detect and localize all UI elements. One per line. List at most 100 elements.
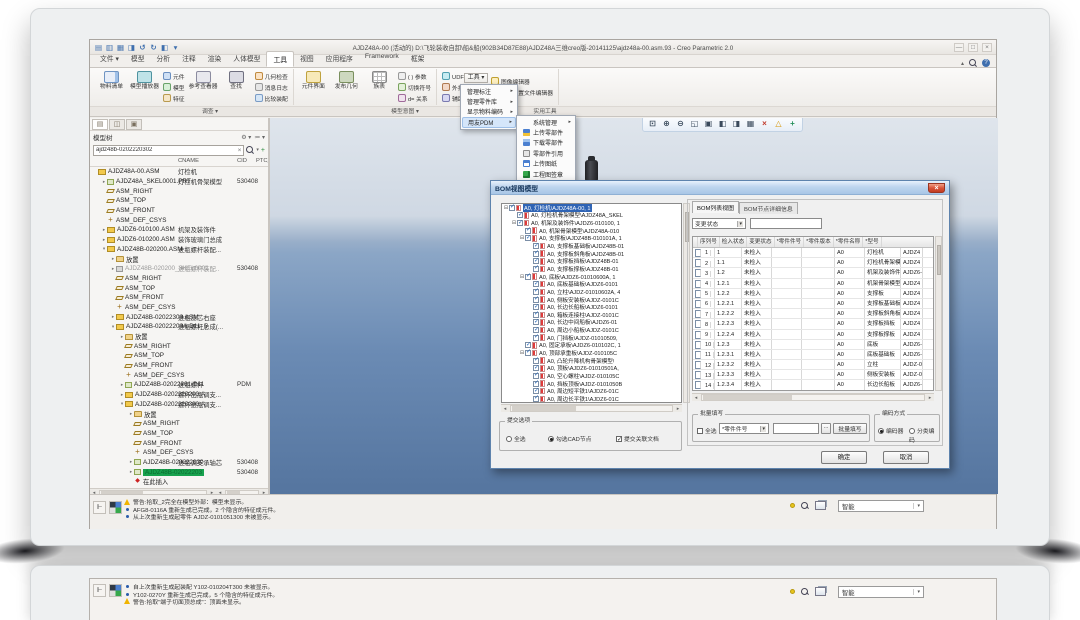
regenerate-status-icon[interactable] xyxy=(109,584,122,597)
menu-item[interactable]: 显示物料编码▸ xyxy=(462,107,516,117)
model-tree-row[interactable]: ▸ AJDZ6-010200.ASM 装饰玻璃门总成 xyxy=(90,235,268,245)
ribbon-button[interactable]: 比较装配 xyxy=(255,93,288,103)
node-checkbox[interactable] xyxy=(533,304,539,310)
table-row[interactable]: 6 1.2.2.1 未检入 A0 支撑板基础板 AJDZ4 xyxy=(693,299,933,309)
graphics-toolbar-icon[interactable]: ⊖ xyxy=(674,118,687,130)
table-row[interactable]: 12 1.2.3.2 未检入 A0 立柱 AJDZ-0 xyxy=(693,360,933,370)
column-header[interactable]: *零件名称 xyxy=(834,237,864,247)
model-tree-row[interactable]: ASM_TOP xyxy=(90,351,268,361)
table-row[interactable]: 5 1.2.2 未检入 A0 支撑板 AJDZ4 xyxy=(693,289,933,299)
model-tree-tab[interactable]: ▤ xyxy=(92,119,108,130)
row-checkbox[interactable] xyxy=(695,249,701,257)
radio-checked-cad-nodes[interactable]: 勾选CAD节点 xyxy=(548,434,591,443)
favorites-tab[interactable]: ▣ xyxy=(126,119,142,130)
node-checkbox[interactable] xyxy=(509,205,515,211)
node-checkbox[interactable] xyxy=(533,358,539,364)
column-header-cname[interactable]: CNAME xyxy=(178,158,199,164)
ribbon-button[interactable]: 元件界面 xyxy=(297,69,330,105)
clear-search-icon[interactable]: × xyxy=(236,147,244,154)
node-checkbox[interactable] xyxy=(533,335,539,341)
ribbon-button[interactable]: 查找 xyxy=(220,69,253,105)
ribbon-tab[interactable]: 分析 xyxy=(151,51,177,67)
quick-access-icon[interactable]: ▦ xyxy=(116,43,125,52)
column-header[interactable]: *型号 xyxy=(863,237,881,247)
node-checkbox[interactable] xyxy=(533,381,539,387)
checkbox-select-all[interactable]: 全选 xyxy=(697,426,717,435)
table-row[interactable]: 4 1.2.1 未检入 A0 机架骨架模型 AJDZ4 xyxy=(693,279,933,289)
command-search-icon[interactable] xyxy=(969,59,977,67)
table-row[interactable]: 8 1.2.2.3 未检入 A0 支撑板挡板 AJDZ4 xyxy=(693,319,933,329)
row-checkbox[interactable] xyxy=(695,351,701,359)
ribbon-button[interactable]: 物料清单 xyxy=(95,69,128,105)
submenu-item[interactable]: 上传图纸 xyxy=(518,159,574,169)
graphics-toolbar-icon[interactable]: ▣ xyxy=(702,118,715,130)
graphics-toolbar-icon[interactable]: ▦ xyxy=(744,118,757,130)
table-row[interactable]: 9 1.2.2.4 未检入 A0 支撑板撑板 AJDZ4 xyxy=(693,330,933,340)
ribbon-tab[interactable]: 视图 xyxy=(294,51,320,67)
graphics-toolbar-icon[interactable]: ◨ xyxy=(730,118,743,130)
browse-button[interactable]: ... xyxy=(821,423,831,434)
model-tree-row[interactable]: 在此插入 xyxy=(90,477,268,487)
radio-coder[interactable]: 编码器 xyxy=(878,426,903,435)
model-tree-row[interactable]: ▾ AJDZ48B-02022200A-D11_5 进瓶螺杆总成(... xyxy=(90,322,268,332)
checkbox-icon[interactable] xyxy=(697,428,703,434)
row-checkbox[interactable] xyxy=(695,371,701,379)
dialog-close-button[interactable]: × xyxy=(928,183,945,193)
quick-access-icon[interactable]: ▥ xyxy=(105,43,114,52)
model-tree-row[interactable]: ASM_RIGHT xyxy=(90,186,268,196)
ribbon-button[interactable]: ( ) 参数 xyxy=(398,71,431,81)
ribbon-tab[interactable]: 人体模型 xyxy=(227,51,266,67)
quick-access-icon[interactable]: ◨ xyxy=(127,43,136,52)
submenu-item[interactable]: 零部件引用 xyxy=(518,148,574,158)
node-checkbox[interactable] xyxy=(533,258,539,264)
menu-item[interactable]: 管理零件库▸ xyxy=(462,96,516,106)
ribbon-tab[interactable]: 模型 xyxy=(125,51,151,67)
bom-pane-tab[interactable]: BOM列表视图 xyxy=(692,201,739,213)
model-tree-row[interactable]: ASM_TOP xyxy=(90,283,268,293)
column-header[interactable]: *零件件号 xyxy=(775,237,805,247)
model-tree-row[interactable]: ▸ 放置 xyxy=(90,332,268,342)
node-checkbox[interactable] xyxy=(533,388,539,394)
node-checkbox[interactable] xyxy=(533,373,539,379)
submenu-item[interactable]: 系统管理▸ xyxy=(518,117,574,127)
ribbon-tab[interactable]: 框架 xyxy=(405,51,431,67)
tree-settings-icon[interactable]: ⚙ ▾ xyxy=(241,134,251,141)
column-header[interactable]: 检入状态 xyxy=(720,237,747,247)
tree-toggle-icon[interactable]: ⊩ xyxy=(93,584,106,597)
row-checkbox[interactable] xyxy=(695,361,701,369)
row-checkbox[interactable] xyxy=(695,331,701,339)
node-checkbox[interactable] xyxy=(525,350,531,356)
model-tree-row[interactable]: ASM_TOP xyxy=(90,429,268,439)
tree-search-input[interactable] xyxy=(94,147,236,153)
graphics-toolbar-icon[interactable]: ◱ xyxy=(688,118,701,130)
tree-filter-icon[interactable]: ≔ ▾ xyxy=(254,134,265,141)
combo-caret-icon[interactable]: ▾ xyxy=(913,589,920,595)
folder-browser-tab[interactable]: ◫ xyxy=(109,119,125,130)
close-button[interactable]: × xyxy=(982,43,992,52)
quick-access-icon[interactable]: ▾ xyxy=(171,43,180,52)
row-checkbox[interactable] xyxy=(695,320,701,328)
model-tree-row[interactable]: ▸ AJDZ48B-02022203 530408 xyxy=(90,467,268,477)
node-checkbox[interactable] xyxy=(533,312,539,318)
model-tree-row[interactable]: ASM_FRONT xyxy=(90,361,268,371)
submenu-item[interactable]: 下载零部件 xyxy=(518,138,574,148)
group-label-model-intent[interactable]: 模型意图 ▾ xyxy=(330,107,480,116)
radio-icon[interactable] xyxy=(506,436,512,442)
ribbon-tab[interactable]: 应用程序 xyxy=(320,51,359,67)
radio-icon[interactable] xyxy=(909,428,915,434)
search-options-caret-icon[interactable]: ▾ xyxy=(256,147,259,153)
node-checkbox[interactable] xyxy=(533,281,539,287)
submenu-item[interactable]: 工程图签章 xyxy=(518,169,574,179)
graphics-toolbar-icon[interactable]: × xyxy=(758,118,771,130)
radio-icon[interactable] xyxy=(878,428,884,434)
ribbon-button[interactable]: 模型播放器 xyxy=(128,69,161,105)
ribbon-tab[interactable]: 文件 ▾ xyxy=(94,51,125,67)
model-tree-row[interactable]: ASM_FRONT xyxy=(90,206,268,216)
model-tree-row[interactable]: ASM_RIGHT xyxy=(90,419,268,429)
checkbox-submit-linked-docs[interactable]: 提交关联文档 xyxy=(616,434,659,443)
regenerate-status-icon[interactable] xyxy=(109,501,122,514)
row-checkbox[interactable] xyxy=(695,310,701,318)
ribbon-button[interactable]: 参考查看器 xyxy=(187,69,220,105)
radio-classified-coding[interactable]: 分类编码 xyxy=(909,426,939,444)
graphics-toolbar-icon[interactable]: ⊕ xyxy=(660,118,673,130)
